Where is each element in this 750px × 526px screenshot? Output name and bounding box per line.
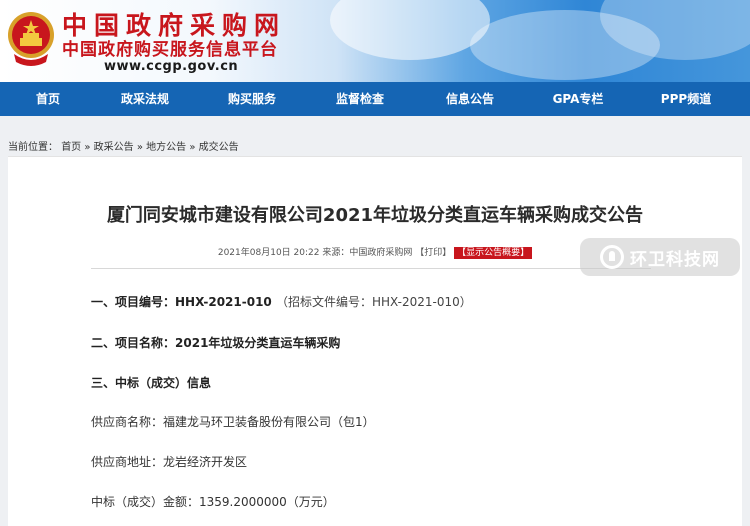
breadcrumb: 当前位置： 首页 » 政采公告 » 地方公告 » 成交公告 <box>8 138 239 153</box>
site-subname: 中国政府购买服务信息平台 <box>62 40 278 60</box>
nav-item-home[interactable]: 首页 <box>36 82 60 116</box>
print-link[interactable]: 【打印】 <box>415 248 451 258</box>
supplier-name: 供应商名称：福建龙马环卫装备股份有限公司（包1） <box>91 415 375 429</box>
nav-item-ppp[interactable]: PPP频道 <box>661 82 711 116</box>
breadcrumb-item-procurement[interactable]: 政采公告 <box>94 142 134 153</box>
article-card: 厦门同安城市建设有限公司2021年垃圾分类直运车辆采购成交公告 2021年08月… <box>8 156 742 526</box>
article-date: 2021年08月10日 20:22 <box>217 248 320 258</box>
breadcrumb-prefix: 当前位置： <box>8 142 58 153</box>
project-number-label: 一、项目编号： <box>91 295 176 309</box>
national-emblem-icon[interactable] <box>6 8 56 70</box>
project-name-line: 二、项目名称：2021年垃圾分类直运车辆采购 <box>91 334 340 351</box>
main-nav: 首页 政采法规 购买服务 监督检查 信息公告 GPA专栏 PPP频道 <box>0 82 750 116</box>
article-source: 来源：中国政府采购网 <box>322 248 413 258</box>
site-url[interactable]: www.ccgp.gov.cn <box>104 59 238 74</box>
title-divider <box>91 268 651 269</box>
nav-item-purchase-services[interactable]: 购买服务 <box>228 82 276 116</box>
article-title: 厦门同安城市建设有限公司2021年垃圾分类直运车辆采购成交公告 <box>106 205 644 226</box>
supplier-address: 供应商地址：龙岩经济开发区 <box>91 455 248 469</box>
header-banner: 中国政府采购网 中国政府购买服务信息平台 www.ccgp.gov.cn <box>0 0 750 82</box>
watermark-logo-icon <box>600 245 624 269</box>
watermark: 环卫科技网 <box>580 238 740 276</box>
nav-item-gpa[interactable]: GPA专栏 <box>553 82 604 116</box>
nav-item-regulations[interactable]: 政采法规 <box>121 82 169 116</box>
project-number-line: 一、项目编号：HHX-2021-010 （招标文件编号：HHX-2021-010… <box>91 293 472 310</box>
breadcrumb-item-deal[interactable]: 成交公告 <box>199 142 239 153</box>
nav-item-announcements[interactable]: 信息公告 <box>446 82 494 116</box>
breadcrumb-separator: » <box>189 142 199 153</box>
show-summary-button[interactable]: 【显示公告概要】 <box>454 247 533 259</box>
breadcrumb-item-local[interactable]: 地方公告 <box>146 142 186 153</box>
award-amount: 中标（成交）金额：1359.2000000（万元） <box>91 495 335 509</box>
cloud-decoration <box>330 0 490 60</box>
watermark-text: 环卫科技网 <box>630 249 720 270</box>
breadcrumb-separator: » <box>84 142 94 153</box>
project-name-label: 二、项目名称： <box>91 336 176 350</box>
project-number-value: HHX-2021-010 <box>175 295 272 309</box>
tender-doc-number: （招标文件编号：HHX-2021-010） <box>275 295 472 309</box>
nav-item-supervision[interactable]: 监督检查 <box>336 82 384 116</box>
award-info-heading: 三、中标（成交）信息 <box>91 376 212 390</box>
project-name-value: 2021年垃圾分类直运车辆采购 <box>175 336 341 350</box>
breadcrumb-separator: » <box>136 142 147 153</box>
breadcrumb-item-home[interactable]: 首页 <box>61 142 81 153</box>
